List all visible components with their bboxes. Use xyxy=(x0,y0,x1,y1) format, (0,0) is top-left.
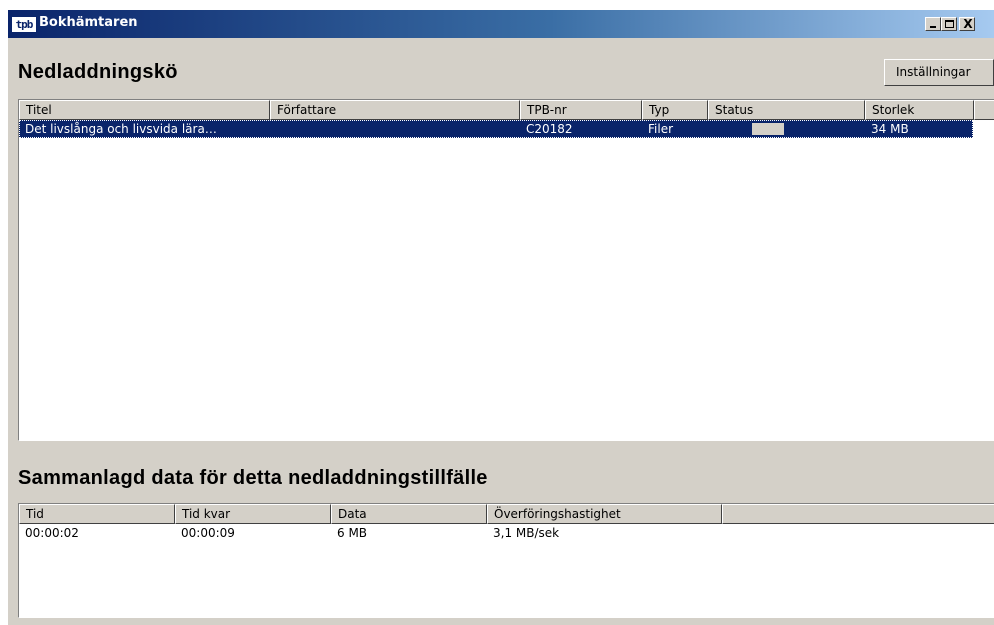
column-header-tpb-nr[interactable]: TPB-nr xyxy=(520,100,642,120)
cell-storlek: 34 MB xyxy=(871,122,909,136)
title-bar[interactable]: tpb Bokhämtaren X xyxy=(8,10,994,38)
cell-tid: 00:00:02 xyxy=(25,526,79,540)
cell-typ: Filer xyxy=(648,122,674,136)
maximize-icon xyxy=(945,20,954,28)
session-summary-list[interactable]: Tid Tid kvar Data Överföringshastighet 0… xyxy=(18,503,994,618)
cell-titel: Det livslånga och livsvida lära… xyxy=(25,122,217,136)
cell-tid-kvar: 00:00:09 xyxy=(181,526,235,540)
column-header-filler xyxy=(974,100,994,120)
close-icon: X xyxy=(963,17,973,31)
window-title: Bokhämtaren xyxy=(39,15,138,30)
column-header-titel[interactable]: Titel xyxy=(19,100,270,120)
tpb-logo-icon: tpb xyxy=(11,16,37,33)
column-header-filler xyxy=(722,504,994,524)
minimize-button[interactable] xyxy=(925,17,941,31)
settings-button[interactable]: Inställningar xyxy=(884,59,994,86)
column-header-typ[interactable]: Typ xyxy=(642,100,708,120)
minimize-icon xyxy=(930,26,936,28)
close-button[interactable]: X xyxy=(959,17,975,31)
summary-row[interactable]: 00:00:02 00:00:09 6 MB 3,1 MB/sek xyxy=(19,525,994,542)
status-progress-bar xyxy=(712,123,784,135)
column-header-storlek[interactable]: Storlek xyxy=(865,100,974,120)
column-header-tid[interactable]: Tid xyxy=(19,504,175,524)
queue-header-row: Titel Författare TPB-nr Typ Status Storl… xyxy=(19,100,994,120)
summary-heading: Sammanlagd data för detta nedladdningsti… xyxy=(18,467,488,489)
app-window: tpb Bokhämtaren X Nedladdningskö Inställ… xyxy=(8,10,994,625)
summary-header-row: Tid Tid kvar Data Överföringshastighet xyxy=(19,504,994,524)
status-progress-fill xyxy=(712,123,752,135)
column-header-data[interactable]: Data xyxy=(331,504,487,524)
queue-heading: Nedladdningskö xyxy=(18,61,178,83)
maximize-button[interactable] xyxy=(941,17,957,31)
cell-data: 6 MB xyxy=(337,526,368,540)
column-header-status[interactable]: Status xyxy=(708,100,865,120)
cell-tpb-nr: C20182 xyxy=(526,122,573,136)
column-header-tid-kvar[interactable]: Tid kvar xyxy=(175,504,331,524)
download-queue-list[interactable]: Titel Författare TPB-nr Typ Status Storl… xyxy=(18,99,994,441)
cell-hastighet: 3,1 MB/sek xyxy=(493,526,560,540)
queue-row-selected[interactable]: Det livslånga och livsvida lära… C20182 … xyxy=(19,120,973,138)
column-header-hastighet[interactable]: Överföringshastighet xyxy=(487,504,722,524)
column-header-forfattare[interactable]: Författare xyxy=(270,100,520,120)
